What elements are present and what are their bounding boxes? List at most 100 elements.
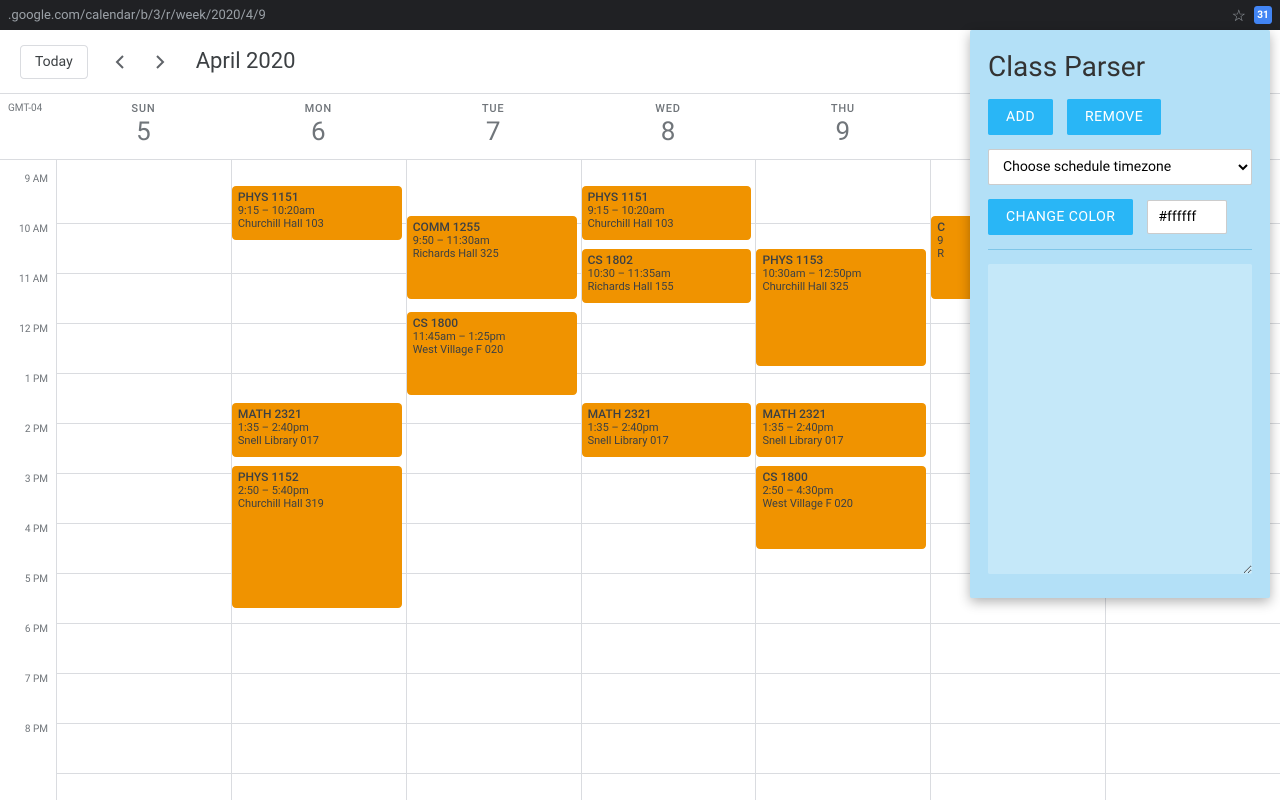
bookmark-star-icon[interactable]: ☆ bbox=[1232, 6, 1246, 25]
event-time: 1:35 – 2:40pm bbox=[238, 421, 396, 434]
chevron-left-icon bbox=[115, 54, 125, 70]
time-label: 8 PM bbox=[0, 724, 56, 774]
event-title: PHYS 1151 bbox=[588, 190, 746, 204]
hour-cell[interactable] bbox=[407, 424, 581, 474]
hour-cell[interactable] bbox=[407, 524, 581, 574]
hour-cell[interactable] bbox=[931, 724, 1105, 774]
hour-cell[interactable] bbox=[232, 274, 406, 324]
hour-cell[interactable] bbox=[407, 774, 581, 800]
day-name: WED bbox=[581, 102, 756, 115]
calendar-event[interactable]: PHYS 11519:15 – 10:20amChurchill Hall 10… bbox=[582, 186, 752, 240]
hour-cell[interactable] bbox=[1106, 774, 1280, 800]
hour-cell[interactable] bbox=[57, 374, 231, 424]
hour-cell[interactable] bbox=[756, 624, 930, 674]
event-title: CS 1800 bbox=[762, 470, 920, 484]
hour-cell[interactable] bbox=[756, 574, 930, 624]
hour-cell[interactable] bbox=[582, 324, 756, 374]
hour-cell[interactable] bbox=[57, 624, 231, 674]
calendar-event[interactable]: PHYS 11519:15 – 10:20amChurchill Hall 10… bbox=[232, 186, 402, 240]
day-column[interactable] bbox=[56, 160, 231, 800]
calendar-event[interactable]: PHYS 115310:30am – 12:50pmChurchill Hall… bbox=[756, 249, 926, 366]
change-color-button[interactable]: CHANGE COLOR bbox=[988, 199, 1133, 235]
day-header[interactable]: WED8 bbox=[581, 94, 756, 159]
day-column[interactable]: PHYS 11519:15 – 10:20amChurchill Hall 10… bbox=[581, 160, 756, 800]
hour-cell[interactable] bbox=[57, 724, 231, 774]
hour-cell[interactable] bbox=[407, 624, 581, 674]
hour-cell[interactable] bbox=[756, 674, 930, 724]
timezone-select[interactable]: Choose schedule timezone bbox=[988, 149, 1252, 185]
hour-cell[interactable] bbox=[407, 674, 581, 724]
calendar-event[interactable]: PHYS 11522:50 – 5:40pmChurchill Hall 319 bbox=[232, 466, 402, 608]
remove-button[interactable]: REMOVE bbox=[1067, 99, 1161, 135]
hour-cell[interactable] bbox=[931, 774, 1105, 800]
next-week-button[interactable] bbox=[144, 46, 176, 78]
day-header[interactable]: SUN 5 bbox=[56, 94, 231, 159]
hour-cell[interactable] bbox=[582, 774, 756, 800]
class-parser-panel: Class Parser ADD REMOVE Choose schedule … bbox=[970, 30, 1270, 598]
schedule-textarea[interactable] bbox=[988, 264, 1252, 574]
hour-cell[interactable] bbox=[582, 624, 756, 674]
color-input[interactable] bbox=[1147, 200, 1227, 234]
hour-cell[interactable] bbox=[1106, 624, 1280, 674]
hour-cell[interactable] bbox=[756, 774, 930, 800]
day-name: SUN bbox=[56, 102, 231, 115]
day-number: 7 bbox=[406, 117, 581, 147]
calendar-event[interactable]: COMM 12559:50 – 11:30amRichards Hall 325 bbox=[407, 216, 577, 299]
add-button[interactable]: ADD bbox=[988, 99, 1053, 135]
prev-week-button[interactable] bbox=[104, 46, 136, 78]
calendar-event[interactable]: CS 18002:50 – 4:30pmWest Village F 020 bbox=[756, 466, 926, 549]
hour-cell[interactable] bbox=[57, 424, 231, 474]
hour-cell[interactable] bbox=[57, 174, 231, 224]
day-header[interactable]: MON6 bbox=[231, 94, 406, 159]
hour-cell[interactable] bbox=[756, 724, 930, 774]
day-column[interactable]: PHYS 115310:30am – 12:50pmChurchill Hall… bbox=[755, 160, 930, 800]
hour-cell[interactable] bbox=[232, 674, 406, 724]
hour-cell[interactable] bbox=[57, 474, 231, 524]
hour-cell[interactable] bbox=[57, 574, 231, 624]
time-label: 12 PM bbox=[0, 324, 56, 374]
hour-cell[interactable] bbox=[931, 624, 1105, 674]
hour-cell[interactable] bbox=[582, 724, 756, 774]
hour-cell[interactable] bbox=[57, 324, 231, 374]
calendar-event[interactable]: CS 180011:45am – 1:25pmWest Village F 02… bbox=[407, 312, 577, 395]
hour-cell[interactable] bbox=[57, 774, 231, 800]
hour-cell[interactable] bbox=[1106, 674, 1280, 724]
hour-cell[interactable] bbox=[582, 474, 756, 524]
day-column[interactable]: PHYS 11519:15 – 10:20amChurchill Hall 10… bbox=[231, 160, 406, 800]
chevron-right-icon bbox=[155, 54, 165, 70]
calendar-event[interactable]: MATH 23211:35 – 2:40pmSnell Library 017 bbox=[756, 403, 926, 457]
today-button[interactable]: Today bbox=[20, 45, 88, 79]
day-header[interactable]: TUE7 bbox=[406, 94, 581, 159]
hour-cell[interactable] bbox=[232, 774, 406, 800]
hour-cell[interactable] bbox=[232, 624, 406, 674]
event-location: West Village F 020 bbox=[413, 343, 571, 356]
panel-divider bbox=[988, 249, 1252, 250]
day-header[interactable]: THU9 bbox=[755, 94, 930, 159]
calendar-event[interactable]: CS 180210:30 – 11:35amRichards Hall 155 bbox=[582, 249, 752, 303]
hour-cell[interactable] bbox=[407, 574, 581, 624]
hour-cell[interactable] bbox=[57, 274, 231, 324]
hour-cell[interactable] bbox=[582, 574, 756, 624]
event-location: Churchill Hall 103 bbox=[588, 217, 746, 230]
day-number: 5 bbox=[56, 117, 231, 147]
hour-cell[interactable] bbox=[232, 724, 406, 774]
hour-cell[interactable] bbox=[1106, 724, 1280, 774]
event-time: 10:30 – 11:35am bbox=[588, 267, 746, 280]
hour-cell[interactable] bbox=[57, 674, 231, 724]
calendar-event[interactable]: MATH 23211:35 – 2:40pmSnell Library 017 bbox=[232, 403, 402, 457]
extension-icon[interactable]: 31 bbox=[1254, 6, 1272, 24]
month-title: April 2020 bbox=[196, 49, 296, 74]
day-column[interactable]: COMM 12559:50 – 11:30amRichards Hall 325… bbox=[406, 160, 581, 800]
hour-cell[interactable] bbox=[407, 474, 581, 524]
event-time: 2:50 – 5:40pm bbox=[238, 484, 396, 497]
hour-cell[interactable] bbox=[931, 674, 1105, 724]
hour-cell[interactable] bbox=[57, 524, 231, 574]
time-label: 11 AM bbox=[0, 274, 56, 324]
calendar-event[interactable]: MATH 23211:35 – 2:40pmSnell Library 017 bbox=[582, 403, 752, 457]
hour-cell[interactable] bbox=[407, 724, 581, 774]
hour-cell[interactable] bbox=[582, 674, 756, 724]
hour-cell[interactable] bbox=[57, 224, 231, 274]
hour-cell[interactable] bbox=[582, 524, 756, 574]
hour-cell[interactable] bbox=[232, 324, 406, 374]
hour-cell[interactable] bbox=[756, 174, 930, 224]
